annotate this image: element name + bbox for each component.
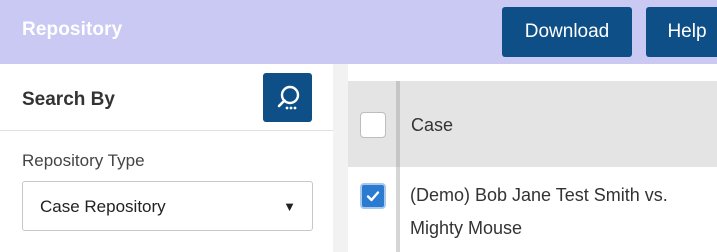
case-name: (Demo) Bob Jane Test Smith vs. Mighty Mo… bbox=[410, 185, 668, 238]
table-row[interactable]: (Demo) Bob Jane Test Smith vs. Mighty Mo… bbox=[348, 167, 717, 252]
table-header: Case bbox=[348, 81, 717, 167]
help-button[interactable]: Help bbox=[646, 7, 717, 57]
page-title: Repository bbox=[22, 19, 123, 40]
search-icon bbox=[277, 85, 299, 109]
column-resize-handle[interactable] bbox=[396, 81, 400, 167]
row-divider bbox=[396, 167, 400, 252]
repository-type-label: Repository Type bbox=[22, 151, 145, 170]
case-column-header[interactable]: Case bbox=[411, 115, 453, 136]
top-bar: Repository Download Help bbox=[0, 0, 717, 64]
sidebar-header: Search By bbox=[0, 67, 333, 131]
repository-type-select[interactable]: Case Repository ▼ bbox=[22, 181, 313, 231]
repository-page: Repository Download Help Search By Repos… bbox=[0, 0, 717, 252]
download-button[interactable]: Download bbox=[502, 7, 632, 57]
checkmark-icon bbox=[366, 191, 380, 202]
row-checkbox[interactable] bbox=[360, 183, 386, 209]
chevron-down-icon: ▼ bbox=[283, 199, 296, 214]
search-button[interactable] bbox=[263, 73, 312, 122]
case-table: Case (Demo) Bob Jane Test Smith vs. Migh… bbox=[348, 81, 717, 252]
select-all-checkbox[interactable] bbox=[360, 112, 386, 138]
panel-divider[interactable] bbox=[333, 64, 348, 252]
search-sidebar: Search By Repository Type Case Repositor… bbox=[0, 67, 333, 252]
search-by-heading: Search By bbox=[22, 89, 115, 110]
select-all-cell bbox=[348, 81, 396, 167]
repository-type-value: Case Repository bbox=[40, 197, 166, 216]
